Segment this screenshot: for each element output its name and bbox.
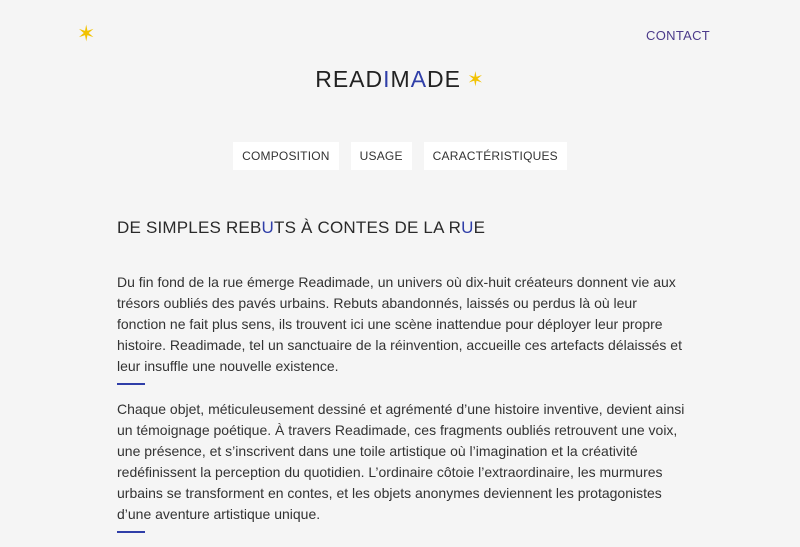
heading-text-part: E [473, 218, 486, 237]
logo-text-part: M [390, 66, 411, 92]
tab-composition[interactable]: COMPOSITION [233, 142, 339, 170]
logo-text-accent: A [410, 66, 428, 92]
star-icon: ✶ [467, 69, 485, 91]
heading-text-part: TS À CONTES DE LA R [274, 218, 462, 237]
heading-text-part: DE SIMPLES REB [117, 218, 262, 237]
intro-paragraph: Du fin fond de la rue émerge Readimade, … [117, 274, 682, 374]
logo-text-part: DE [427, 66, 461, 92]
section-tabs: COMPOSITION USAGE CARACTÉRISTIQUES [0, 142, 800, 170]
star-icon: ✶ [77, 21, 96, 46]
tab-usage[interactable]: USAGE [350, 142, 412, 170]
contact-link[interactable]: CONTACT [646, 28, 710, 43]
logo-text-part: READ [315, 66, 384, 92]
body-paragraph: Chaque objet, méticuleusement dessiné et… [117, 401, 685, 522]
heading-text-accent: U [261, 218, 274, 237]
heading-text-accent: U [461, 218, 474, 237]
divider [117, 383, 145, 385]
site-logo[interactable]: READIMADE ✶ [0, 66, 800, 93]
divider [117, 531, 145, 533]
tab-caracteristiques[interactable]: CARACTÉRISTIQUES [423, 142, 567, 170]
section-heading: DE SIMPLES REBUTS À CONTES DE LA RUE [117, 218, 485, 238]
logo-text-accent: I [383, 66, 391, 92]
